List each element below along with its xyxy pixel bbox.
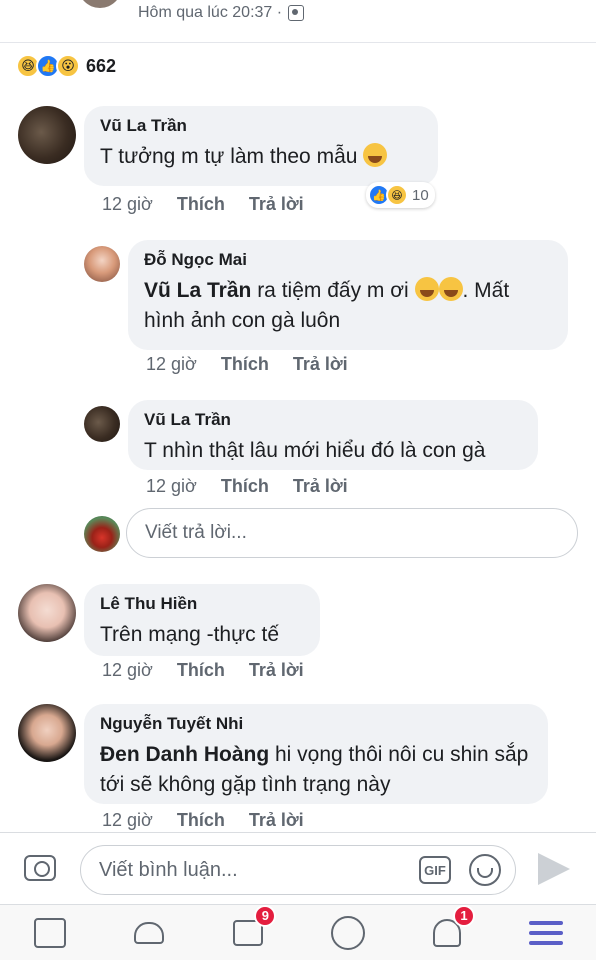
comment-bubble: Nguyễn Tuyết Nhi Đen Danh Hoàng hi vọng …	[84, 704, 548, 804]
send-icon[interactable]	[538, 853, 570, 885]
comment-bubble: Vũ La Trần T tưởng m tự làm theo mẫu	[84, 106, 438, 186]
avatar[interactable]	[18, 106, 76, 164]
watch-badge: 9	[254, 904, 277, 927]
bottom-tab-bar: 9 1	[0, 904, 596, 960]
comment-reaction-count: 10	[412, 186, 429, 204]
like-button[interactable]: Thích	[177, 810, 225, 831]
friends-icon	[133, 921, 164, 944]
reply-button[interactable]: Trả lời	[249, 660, 304, 681]
comment-time: 12 giờ	[102, 194, 153, 214]
tab-notifications[interactable]: 1	[427, 904, 475, 953]
reply-text: T nhìn thật lâu mới hiểu đó là con gà	[144, 439, 486, 462]
tab-news-feed[interactable]	[30, 913, 70, 953]
comment-text: Trên mạng -thực tế	[100, 623, 280, 646]
reply-text: Vũ La Trần ra tiệm đấy m ơi . Mất hình ả…	[144, 277, 510, 332]
like-button[interactable]: Thích	[177, 660, 225, 681]
comment-author[interactable]: Nguyễn Tuyết Nhi	[100, 714, 532, 734]
like-button[interactable]: Thích	[177, 194, 225, 215]
comment-actions: 12 giờ Thích Trả lời	[102, 660, 304, 681]
profile-icon	[330, 915, 365, 950]
laughing-emoji-icon	[363, 143, 388, 167]
tab-menu[interactable]	[526, 913, 566, 953]
like-button[interactable]: Thích	[221, 476, 269, 497]
reply-actions: 12 giờ Thích Trả lời	[146, 354, 348, 375]
crying-emoji-icon	[438, 277, 463, 301]
avatar[interactable]	[18, 584, 76, 642]
comment-actions: 12 giờ Thích Trả lời	[102, 194, 304, 215]
comment-text: T tưởng m tự làm theo mẫu	[100, 143, 388, 168]
post-meta: Hôm qua lúc 20:37 ·	[138, 4, 305, 22]
menu-icon	[529, 920, 564, 945]
comment-reactions[interactable]: 👍 😆 10	[366, 182, 435, 208]
reply-input-placeholder: Viết trả lời...	[145, 522, 247, 543]
reply-author[interactable]: Vũ La Trần	[144, 410, 522, 430]
comment-composer: Viết bình luận... GIF	[0, 832, 596, 904]
post-author-avatar[interactable]	[78, 0, 122, 8]
mention-link[interactable]: Đen Danh Hoàng	[100, 743, 269, 766]
reply-bubble: Vũ La Trần T nhìn thật lâu mới hiểu đó l…	[128, 400, 538, 470]
wow-reaction-icon: 😮	[56, 54, 80, 78]
comment-actions: 12 giờ Thích Trả lời	[102, 810, 304, 831]
reply-button[interactable]: Trả lời	[249, 194, 304, 215]
avatar[interactable]	[84, 406, 120, 442]
tab-watch[interactable]: 9	[228, 904, 277, 953]
reaction-count: 662	[86, 55, 117, 76]
divider	[0, 42, 596, 43]
reply-button[interactable]: Trả lời	[293, 476, 348, 497]
camera-icon[interactable]	[24, 855, 56, 881]
reactions-summary[interactable]: 😆 👍 😮 662	[16, 54, 116, 78]
reply-button[interactable]: Trả lời	[293, 354, 348, 375]
comment-text: Đen Danh Hoàng hi vọng thôi nôi cu shin …	[100, 743, 529, 796]
reply-button[interactable]: Trả lời	[249, 810, 304, 831]
reply-time: 12 giờ	[146, 354, 197, 374]
audience-icon	[288, 5, 305, 21]
tab-friends[interactable]	[129, 913, 169, 953]
notifications-badge: 1	[452, 904, 475, 927]
avatar[interactable]	[18, 704, 76, 762]
news-feed-icon	[33, 917, 66, 948]
sticker-icon[interactable]	[469, 854, 501, 886]
reply-bubble: Đỗ Ngọc Mai Vũ La Trần ra tiệm đấy m ơi …	[128, 240, 568, 350]
like-button[interactable]: Thích	[221, 354, 269, 375]
haha-reaction-icon: 😆	[386, 184, 408, 206]
comment-input[interactable]: Viết bình luận... GIF	[80, 845, 516, 895]
gif-icon[interactable]: GIF	[419, 856, 451, 884]
reply-actions: 12 giờ Thích Trả lời	[146, 476, 348, 497]
post-timestamp: Hôm qua lúc 20:37 ·	[138, 4, 283, 21]
comment-bubble: Lê Thu Hiền Trên mạng -thực tế	[84, 584, 320, 656]
tab-profile[interactable]	[328, 913, 368, 953]
avatar	[84, 516, 120, 552]
comment-author[interactable]: Lê Thu Hiền	[100, 594, 304, 614]
mention-link[interactable]: Vũ La Trần	[144, 279, 251, 302]
comment-input-placeholder: Viết bình luận...	[99, 858, 238, 881]
crying-emoji-icon	[414, 277, 439, 301]
reply-input[interactable]: Viết trả lời...	[126, 508, 578, 558]
comment-author[interactable]: Vũ La Trần	[100, 116, 422, 136]
avatar[interactable]	[84, 246, 120, 282]
comment-time: 12 giờ	[102, 660, 153, 680]
comment-time: 12 giờ	[102, 810, 153, 830]
reply-time: 12 giờ	[146, 476, 197, 496]
reply-author[interactable]: Đỗ Ngọc Mai	[144, 250, 552, 270]
